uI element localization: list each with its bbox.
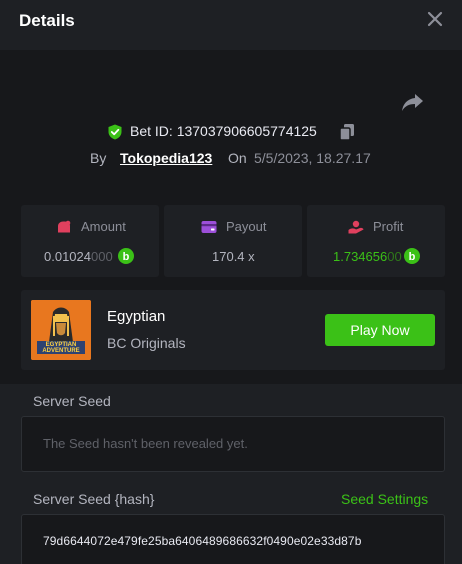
- payout-card: Payout 170.4 x: [164, 205, 302, 277]
- modal-title: Details: [19, 11, 75, 30]
- profit-value: 1.73465600: [333, 249, 402, 264]
- coin-icon: b: [118, 248, 134, 264]
- share-icon: [402, 94, 423, 111]
- game-provider: BC Originals: [107, 335, 186, 351]
- copy-icon[interactable]: [339, 123, 355, 141]
- bet-id-value: 137037906605774125: [176, 123, 317, 139]
- bet-datetime: 5/5/2023, 18.27.17: [254, 150, 371, 166]
- game-thumbnail[interactable]: EGYPTIAN ADVENTURE: [31, 300, 91, 360]
- payout-label: Payout: [226, 219, 267, 234]
- bet-id-text: Bet ID: 137037906605774125: [130, 123, 317, 139]
- server-seed-hash-value: 79d6644072e479fe25ba6406489686632f0490e0…: [43, 534, 362, 548]
- seed-settings-link[interactable]: Seed Settings: [341, 491, 428, 507]
- on-label: On: [228, 150, 247, 166]
- shield-check-icon: [108, 124, 122, 140]
- server-seed-label: Server Seed: [33, 393, 111, 409]
- by-label: By: [90, 150, 107, 166]
- server-seed-hash-label: Server Seed {hash}: [33, 491, 155, 507]
- payout-value: 170.4 x: [212, 249, 255, 264]
- hand-coin-icon: [348, 220, 364, 234]
- server-seed-section: Server Seed The Seed hasn't been reveale…: [0, 384, 462, 484]
- server-seed-box: The Seed hasn't been revealed yet.: [21, 416, 445, 472]
- svg-text:b: b: [409, 251, 416, 263]
- play-now-button[interactable]: Play Now: [325, 314, 435, 346]
- bet-meta-row: By Tokopedia123 On 5/5/2023, 18.27.17: [0, 149, 462, 169]
- bet-id-row: Bet ID: 137037906605774125: [0, 122, 462, 142]
- amount-value: 0.01024000: [44, 249, 113, 264]
- amount-value-main: 0.01024: [44, 249, 91, 264]
- profit-value-main: 1.734656: [333, 249, 388, 264]
- amount-card: Amount 0.01024000 b: [21, 205, 159, 277]
- svg-text:b: b: [123, 251, 130, 263]
- server-seed-hash-section: Server Seed {hash} Seed Settings 79d6644…: [0, 484, 462, 564]
- profit-value-tail: 00: [387, 249, 402, 264]
- username-link[interactable]: Tokopedia123: [120, 150, 212, 166]
- share-button[interactable]: [401, 92, 425, 112]
- coin-icon: b: [404, 248, 420, 264]
- close-icon: [427, 11, 443, 27]
- profit-label: Profit: [373, 219, 404, 234]
- profit-card: Profit 1.73465600 b: [307, 205, 445, 277]
- game-thumbnail-text: EGYPTIAN ADVENTURE: [42, 342, 80, 354]
- wallet-icon: [201, 221, 217, 233]
- server-seed-placeholder: The Seed hasn't been revealed yet.: [43, 436, 248, 451]
- server-seed-hash-box[interactable]: 79d6644072e479fe25ba6406489686632f0490e0…: [21, 514, 445, 564]
- game-name: Egyptian: [107, 308, 166, 325]
- close-button[interactable]: [425, 9, 445, 29]
- bet-id-label: Bet ID:: [130, 123, 173, 139]
- game-card: EGYPTIAN ADVENTURE Egyptian BC Originals…: [21, 290, 445, 370]
- amount-label: Amount: [81, 219, 126, 234]
- amount-value-tail: 000: [91, 249, 113, 264]
- modal-header: Details: [0, 0, 462, 50]
- money-bag-icon: [58, 220, 71, 233]
